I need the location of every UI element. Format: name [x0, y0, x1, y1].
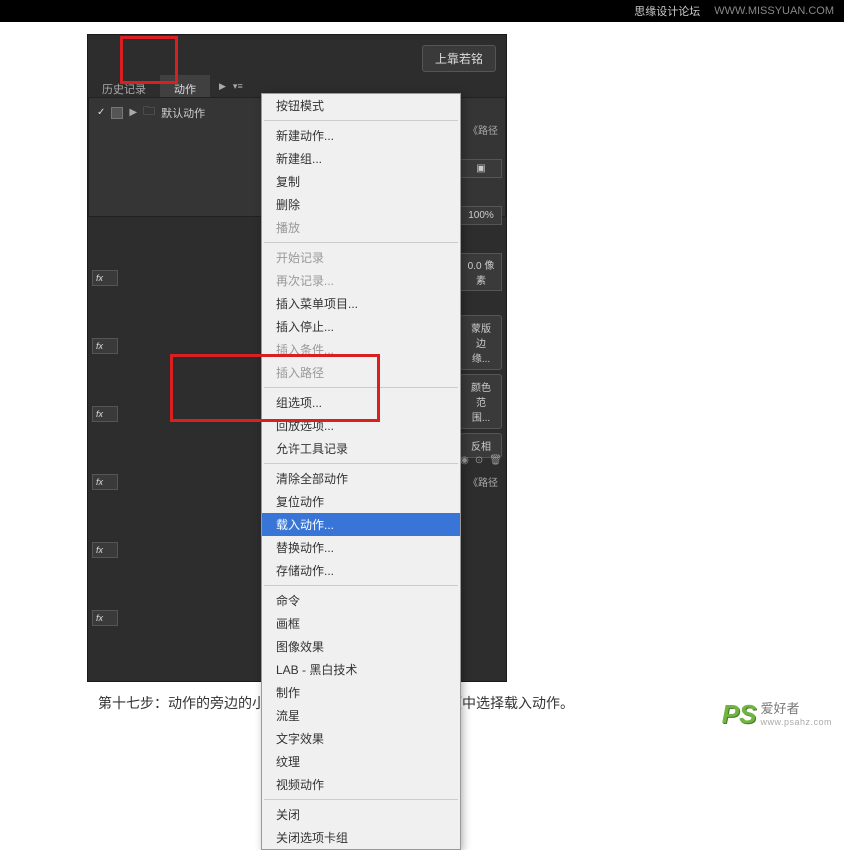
menu-separator: [264, 242, 458, 243]
actions-context-menu: 按钮模式 新建动作... 新建组... 复制 删除 播放 开始记录 再次记录..…: [261, 93, 461, 850]
fx-badge[interactable]: fx: [92, 610, 118, 626]
screenshot: 上靠若铭 历史记录 动作 ▶ ▾≡ ✓ ▶ 🗀 默认动作 fx fx fx fx…: [87, 34, 507, 682]
menu-insert-path[interactable]: 插入路径: [262, 361, 460, 384]
panel-controls: ▶ ▾≡: [213, 75, 249, 98]
top-button[interactable]: 上靠若铭: [422, 45, 496, 72]
menu-play-options[interactable]: 回放选项...: [262, 414, 460, 437]
menu-text-effects[interactable]: 文字效果: [262, 727, 460, 750]
menu-reset[interactable]: 复位动作: [262, 490, 460, 513]
menu-replace[interactable]: 替换动作...: [262, 536, 460, 559]
menu-stars[interactable]: 流星: [262, 704, 460, 727]
menu-close-tab-group[interactable]: 关闭选项卡组: [262, 826, 460, 849]
menu-separator: [264, 585, 458, 586]
fx-badge[interactable]: fx: [92, 270, 118, 286]
fx-column: fx fx fx fx fx fx: [92, 270, 118, 626]
menu-delete[interactable]: 删除: [262, 193, 460, 216]
fx-badge[interactable]: fx: [92, 474, 118, 490]
menu-insert-cond[interactable]: 插入条件...: [262, 338, 460, 361]
fx-badge[interactable]: fx: [92, 406, 118, 422]
paths-label-2: 《路径: [456, 472, 502, 491]
folder-icon: 🗀: [143, 102, 155, 123]
action-label: 默认动作: [161, 105, 205, 121]
page-header: 思缘设计论坛 WWW.MISSYUAN.COM: [0, 0, 844, 22]
ps-logo: PS: [722, 699, 757, 730]
menu-load-actions[interactable]: 载入动作...: [262, 513, 460, 536]
fx-badge[interactable]: fx: [92, 542, 118, 558]
watermark-url: www.psahz.com: [760, 717, 832, 728]
eye-icon[interactable]: ◉: [460, 455, 469, 466]
menu-image-effects[interactable]: 图像效果: [262, 635, 460, 658]
menu-frames[interactable]: 画框: [262, 612, 460, 635]
check-icon: ✓: [97, 107, 105, 118]
menu-separator: [264, 799, 458, 800]
watermark-cn: 爱好者: [760, 701, 832, 717]
menu-separator: [264, 463, 458, 464]
menu-separator: [264, 387, 458, 388]
menu-play[interactable]: 播放: [262, 216, 460, 239]
paths-label: 《路径: [460, 120, 502, 139]
menu-new-set[interactable]: 新建组...: [262, 147, 460, 170]
panel-icons: ◉ ⊙ 🗑: [456, 455, 502, 466]
pixels-value[interactable]: 0.0 像素: [460, 253, 502, 291]
menu-production[interactable]: 制作: [262, 681, 460, 704]
percent-value[interactable]: 100%: [460, 206, 502, 225]
chain-icon[interactable]: ⊙: [475, 455, 483, 466]
secondary-panel: ◉ ⊙ 🗑 《路径: [456, 455, 502, 491]
play-icon[interactable]: ▶: [217, 79, 228, 94]
menu-record-again[interactable]: 再次记录...: [262, 269, 460, 292]
menu-save[interactable]: 存储动作...: [262, 559, 460, 582]
menu-close[interactable]: 关闭: [262, 803, 460, 826]
menu-set-options[interactable]: 组选项...: [262, 391, 460, 414]
menu-commands[interactable]: 命令: [262, 589, 460, 612]
menu-textures[interactable]: 纹理: [262, 750, 460, 773]
watermark: PS 爱好者 www.psahz.com: [722, 699, 832, 730]
menu-video-actions[interactable]: 视频动作: [262, 773, 460, 796]
menu-start-record[interactable]: 开始记录: [262, 246, 460, 269]
menu-insert-stop[interactable]: 插入停止...: [262, 315, 460, 338]
menu-clear-all[interactable]: 清除全部动作: [262, 467, 460, 490]
right-controls: 《路径 ▣ 100% 0.0 像素 蒙版边缘... 颜色范围... 反相: [460, 120, 502, 458]
menu-trigger-icon[interactable]: ▾≡: [231, 79, 245, 94]
trash-icon[interactable]: 🗑: [489, 455, 502, 466]
forum-name: 思缘设计论坛: [634, 3, 700, 19]
menu-insert-menu[interactable]: 插入菜单项目...: [262, 292, 460, 315]
fx-badge[interactable]: fx: [92, 338, 118, 354]
menu-new-action[interactable]: 新建动作...: [262, 124, 460, 147]
dialog-toggle[interactable]: [111, 107, 123, 119]
menu-button-mode[interactable]: 按钮模式: [262, 94, 460, 117]
menu-lab[interactable]: LAB - 黑白技术: [262, 658, 460, 681]
menu-duplicate[interactable]: 复制: [262, 170, 460, 193]
color-range-button[interactable]: 颜色范围...: [460, 374, 502, 429]
menu-allow-tool-record[interactable]: 允许工具记录: [262, 437, 460, 460]
mask-icon[interactable]: ▣: [460, 159, 502, 178]
menu-separator: [264, 120, 458, 121]
forum-url: WWW.MISSYUAN.COM: [714, 5, 834, 17]
refine-edge-button[interactable]: 蒙版边缘...: [460, 315, 502, 370]
expand-icon[interactable]: ▶: [129, 107, 137, 118]
